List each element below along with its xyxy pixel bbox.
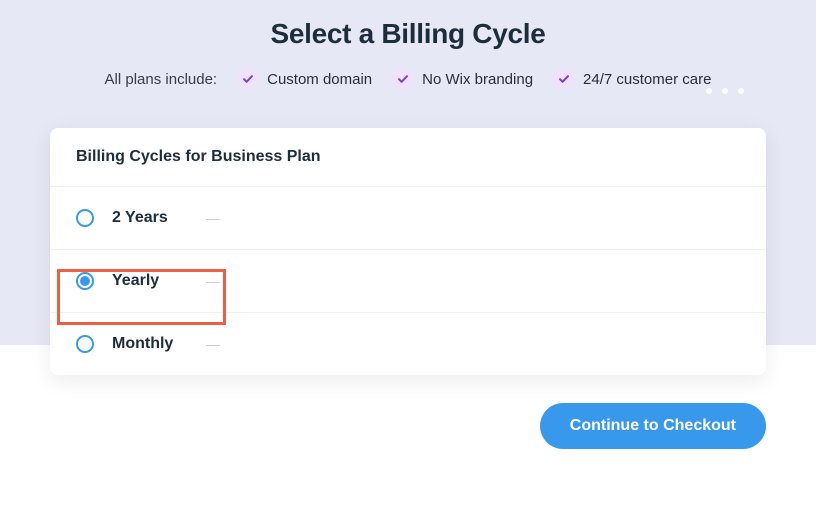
plan-features-row: All plans include: Custom domain No Wix … — [0, 68, 816, 90]
option-monthly[interactable]: Monthly — — [50, 313, 766, 375]
features-leadin: All plans include: — [105, 71, 218, 88]
card-title: Billing Cycles for Business Plan — [50, 128, 766, 187]
feature-no-branding: No Wix branding — [392, 68, 533, 90]
option-2-years[interactable]: 2 Years — — [50, 187, 766, 250]
radio-icon — [76, 335, 94, 353]
continue-to-checkout-button[interactable]: Continue to Checkout — [540, 403, 766, 449]
feature-label: Custom domain — [267, 71, 372, 88]
check-icon — [392, 68, 414, 90]
option-detail-placeholder: — — [206, 336, 220, 352]
feature-custom-domain: Custom domain — [237, 68, 372, 90]
cta-row: Continue to Checkout — [50, 403, 766, 449]
page-title: Select a Billing Cycle — [0, 18, 816, 50]
feature-customer-care: 24/7 customer care — [553, 68, 711, 90]
check-icon — [553, 68, 575, 90]
radio-icon — [76, 209, 94, 227]
option-yearly[interactable]: Yearly — — [50, 250, 766, 313]
feature-label: 24/7 customer care — [583, 71, 711, 88]
billing-card: Billing Cycles for Business Plan 2 Years… — [50, 128, 766, 375]
check-icon — [237, 68, 259, 90]
option-label: Yearly — [112, 272, 182, 290]
option-label: Monthly — [112, 335, 182, 353]
option-detail-placeholder: — — [206, 210, 220, 226]
option-detail-placeholder: — — [206, 273, 220, 289]
feature-label: No Wix branding — [422, 71, 533, 88]
option-label: 2 Years — [112, 209, 182, 227]
radio-icon — [76, 272, 94, 290]
